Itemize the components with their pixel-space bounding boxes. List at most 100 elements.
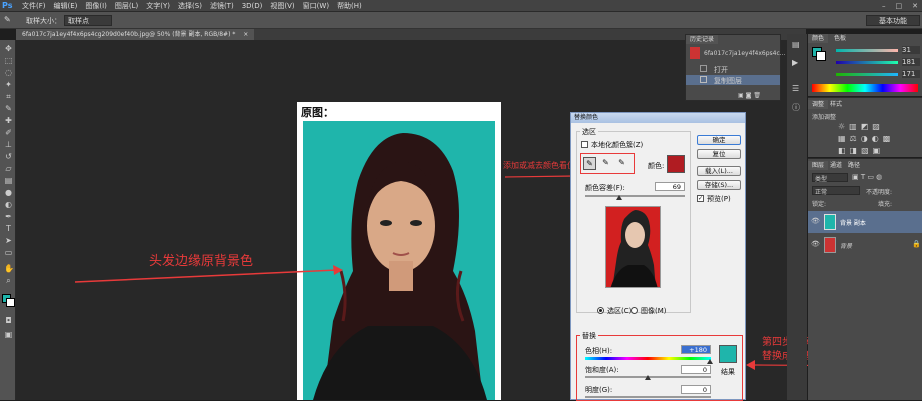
quick-select-tool-icon[interactable]: ✦ [4, 80, 13, 89]
ok-button[interactable]: 确定 [697, 135, 741, 145]
fuzziness-input[interactable]: 69 [655, 182, 685, 191]
green-value[interactable]: 181 [902, 58, 920, 66]
adjustment-icons-row1[interactable]: ☼▥◩▨ [838, 122, 884, 131]
save-button[interactable]: 存储(S)... [697, 180, 741, 190]
type-tool-icon[interactable]: T [4, 224, 13, 233]
crop-tool-icon[interactable]: ⌗ [4, 92, 13, 101]
trash-icon[interactable]: 🗑 [753, 92, 761, 99]
blend-mode-select[interactable]: 正常 [812, 186, 860, 196]
sample-size-select[interactable]: 取样点 [64, 15, 112, 26]
minimize-icon[interactable]: – [882, 0, 886, 12]
radio-selection[interactable] [597, 307, 604, 314]
lasso-tool-icon[interactable]: ◌ [4, 68, 13, 77]
marquee-tool-icon[interactable]: ⬚ [4, 56, 13, 65]
info-dock-icon[interactable]: ⓘ [792, 102, 800, 113]
result-swatch[interactable] [719, 345, 737, 363]
history-item-open[interactable]: 打开 [686, 64, 780, 74]
blue-value[interactable]: 171 [902, 70, 920, 78]
screen-mode-icon[interactable]: ▣ [4, 330, 13, 339]
radio-image[interactable] [631, 307, 638, 314]
history-dock-icon[interactable]: ▤ [792, 40, 800, 49]
menu-help[interactable]: 帮助(H) [337, 0, 362, 12]
brush-tool-icon[interactable]: ✐ [4, 128, 13, 137]
history-item-duplicate[interactable]: 复制图层 [686, 75, 780, 85]
healing-tool-icon[interactable]: ✚ [4, 116, 13, 125]
history-tab[interactable]: 历史记录 [686, 35, 719, 44]
visibility-eye-icon[interactable]: 👁 [811, 240, 820, 248]
hue-slider[interactable] [585, 357, 711, 360]
fuzziness-slider[interactable] [585, 195, 685, 197]
subtract-from-sample-icon[interactable]: ✎ [615, 157, 628, 170]
menu-layer[interactable]: 图层(L) [115, 0, 138, 12]
menu-image[interactable]: 图像(I) [85, 0, 107, 12]
eraser-tool-icon[interactable]: ▱ [4, 164, 13, 173]
eyedropper-tool-icon[interactable]: ✎ [4, 15, 11, 24]
snapshot-icon[interactable]: ◙ [746, 92, 752, 99]
color-bg-swatch[interactable] [816, 51, 826, 61]
hand-tool-icon[interactable]: ✋ [4, 264, 14, 273]
document-canvas[interactable]: 原图： [297, 102, 501, 400]
move-tool-icon[interactable]: ✥ [4, 44, 13, 53]
reset-button[interactable]: 复位 [697, 149, 741, 159]
layer-row-background-copy[interactable]: 👁 背景 副本 [808, 211, 922, 233]
localized-clusters-checkbox[interactable] [581, 141, 588, 148]
menu-view[interactable]: 视图(V) [270, 0, 294, 12]
history-brush-icon[interactable]: ↺ [4, 152, 13, 161]
layer-filter-icons[interactable]: ▣ T ▭ ◍ [852, 173, 882, 181]
quick-mask-icon[interactable]: ◘ [4, 316, 13, 325]
lightness-input[interactable]: 0 [681, 385, 711, 394]
path-select-icon[interactable]: ➤ [4, 236, 13, 245]
selected-color-swatch[interactable] [667, 155, 685, 173]
visibility-eye-icon[interactable]: 👁 [811, 217, 820, 225]
swatches-tab[interactable]: 色板 [830, 34, 850, 43]
stamp-tool-icon[interactable]: ⊥ [4, 140, 13, 149]
menu-edit[interactable]: 编辑(E) [54, 0, 78, 12]
saturation-input[interactable]: 0 [681, 365, 711, 374]
lightness-slider[interactable] [585, 396, 711, 398]
workspace-select[interactable]: 基本功能 [866, 15, 920, 26]
hue-slider-thumb[interactable] [707, 359, 713, 364]
gradient-tool-icon[interactable]: ▤ [4, 176, 13, 185]
menu-filter[interactable]: 滤镜(T) [210, 0, 234, 12]
shape-tool-icon[interactable]: ▭ [4, 248, 13, 257]
eyedropper-icon[interactable]: ✎ [583, 157, 596, 170]
close-icon[interactable]: ✕ [912, 0, 918, 12]
fuzziness-slider-thumb[interactable] [616, 195, 622, 200]
maximize-icon[interactable]: □ [896, 0, 903, 12]
new-doc-icon[interactable]: ▣ [738, 92, 744, 99]
blur-tool-icon[interactable]: ● [4, 188, 13, 197]
add-to-sample-icon[interactable]: ✎ [599, 157, 612, 170]
adjustments-tab[interactable]: 调整 [808, 100, 829, 109]
preview-checkbox[interactable]: ✓ [697, 195, 704, 202]
color-tab[interactable]: 颜色 [808, 34, 829, 43]
dodge-tool-icon[interactable]: ◐ [4, 200, 13, 209]
menu-window[interactable]: 窗口(W) [303, 0, 329, 12]
close-tab-icon[interactable]: × [243, 31, 248, 38]
red-value[interactable]: 31 [902, 46, 920, 54]
hue-input[interactable]: +180 [681, 345, 711, 354]
history-snapshot-name[interactable]: 6fa017c7ja1ey4f4x6ps4c... [704, 50, 785, 57]
actions-dock-icon[interactable]: ▶ [792, 58, 798, 67]
channels-tab[interactable]: 通道 [826, 161, 846, 170]
styles-tab[interactable]: 样式 [826, 100, 846, 109]
pen-tool-icon[interactable]: ✒ [4, 212, 13, 221]
properties-dock-icon[interactable]: ☰ [792, 84, 799, 93]
adjustment-icons-row3[interactable]: ◧◨▧▣ [838, 146, 884, 155]
layers-tab[interactable]: 图层 [808, 161, 829, 170]
paths-tab[interactable]: 路径 [844, 161, 864, 170]
blue-slider[interactable] [836, 73, 898, 76]
eyedropper-icon[interactable]: ✎ [4, 104, 13, 113]
load-button[interactable]: 载入(L)... [697, 166, 741, 176]
menu-file[interactable]: 文件(F) [22, 0, 46, 12]
saturation-slider-thumb[interactable] [645, 375, 651, 380]
zoom-tool-icon[interactable]: ⌕ [4, 276, 13, 285]
background-color-swatch[interactable] [6, 298, 15, 307]
layer-kind-filter[interactable]: 类型 [812, 173, 848, 183]
document-tab[interactable]: 6fa017c7ja1ey4f4x6ps4cg209d0ef40b.jpg@ 5… [16, 29, 255, 40]
red-slider[interactable] [836, 49, 898, 52]
menu-3d[interactable]: 3D(D) [242, 0, 263, 12]
menu-type[interactable]: 文字(Y) [146, 0, 170, 12]
adjustment-icons-row2[interactable]: ▦⚖◑◐▩ [838, 134, 894, 143]
layer-row-background[interactable]: 👁 背景 🔒 [808, 234, 922, 256]
green-slider[interactable] [836, 61, 898, 64]
